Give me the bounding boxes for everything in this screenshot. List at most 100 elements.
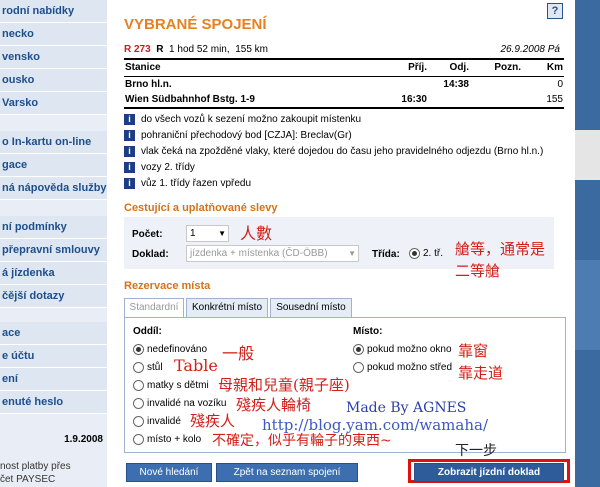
radio-icon [133,416,144,427]
header-cell: Stanice [125,62,161,74]
radio-icon [133,380,144,391]
annotation-mother: 母親和兒童(親子座) [218,376,350,394]
annotation-table: Table [174,356,218,375]
reservation-tabs: Standardní Konkrétní místo Sousední míst… [124,298,564,318]
annotation-disabled: 殘疾人 [190,412,236,430]
train-duration: 1 hod 52 min, [169,44,230,55]
annotation-wheelchair: 殘疾人輪椅 [236,396,312,414]
train-type: R [156,44,164,55]
sidebar-item[interactable]: Varsko [0,92,107,115]
place-option[interactable]: pokud možno střed [353,362,452,373]
news-text[interactable]: nost platby přes [0,461,71,472]
class-radio[interactable]: 2. tř. [409,248,443,259]
sidebar-group-offers: rodní nabídky necko vensko ousko Varsko [0,0,107,115]
right-banner-strip [575,0,600,487]
note-item: i pohraniční přechodový bod [CZJA]: Brecl… [124,128,564,144]
sidebar-item[interactable]: čější dotazy [0,285,107,308]
train-summary: R 273 R 1 hod 52 min, 155 km 26.9.2008 P… [124,44,564,58]
route-table-wrap: Stanice Příj. Odj. Pozn. Km Brno hl.n. 1… [124,58,564,109]
sidebar-item[interactable]: ná nápověda služby [0,177,107,200]
info-icon: i [124,161,135,173]
new-search-button[interactable]: Nové hledání [126,463,212,482]
annotation-class: 艙等，通常是 [455,240,546,258]
note-item: i vůz 1. třídy řazen vpředu [124,176,564,192]
radio-icon [133,344,144,355]
table-cell: 155 [546,94,563,105]
sidebar-item[interactable]: necko [0,23,107,46]
station-cell[interactable]: Wien Südbahnhof Bstg. 1-9 [124,92,376,108]
sidebar-item[interactable]: ousko [0,69,107,92]
train-distance: 155 km [235,44,269,55]
section-reservation-heading: Rezervace místa [124,280,211,292]
banner-image [575,130,600,180]
info-icon: i [124,145,135,157]
tab-standard[interactable]: Standardní [124,298,184,318]
sidebar-item[interactable]: o In-kartu on-line [0,131,107,154]
train-notes: i do všech vozů k sezení možno zakoupit m… [124,112,564,192]
sidebar-group-account: ace e účtu ení enuté heslo [0,322,107,414]
help-icon[interactable]: ? [547,3,563,19]
banner-image [575,260,600,350]
sidebar-item[interactable]: rodní nabídky [0,0,107,23]
table-header: Stanice Příj. Odj. Pozn. Km [124,60,564,76]
section-option[interactable]: místo + kolo [133,434,201,445]
table-cell [428,92,470,108]
chevron-down-icon: ▼ [218,229,226,238]
news-text[interactable]: čet PAYSEC [0,474,55,485]
sidebar-item[interactable]: enuté heslo [0,391,107,414]
sidebar-item[interactable]: á jízdenka [0,262,107,285]
section-option[interactable]: invalidé na vozíku [133,398,227,409]
section-option[interactable]: nedefinováno [133,344,207,355]
show-ticket-button[interactable]: Zobrazit jízdní doklad [414,463,564,482]
sidebar-item[interactable]: gace [0,154,107,177]
note-item: i vozy 2. třídy [124,160,564,176]
chevron-down-icon: ▼ [348,249,356,258]
table-cell [470,76,522,92]
train-code: R 273 [124,44,151,55]
info-icon: i [124,113,135,125]
annotation-madeby: Made By AGNES [346,400,467,416]
sidebar-item[interactable]: ace [0,322,107,345]
discount-select[interactable]: jízdenka + místenka (ČD-ÖBB) ▼ [186,245,359,262]
header-cell: Pozn. [494,62,521,74]
info-icon: i [124,129,135,141]
radio-icon [409,248,420,259]
section-option[interactable]: stůl [133,362,163,373]
page-title: VYBRANÉ SPOJENÍ [124,16,267,33]
back-to-list-button[interactable]: Zpět na seznam spojení [216,463,358,482]
radio-icon [353,362,364,373]
tab-adjacent-seat[interactable]: Sousední místo [270,298,352,318]
table-row: Brno hl.n. 14:38 0 [124,76,564,92]
table-cell: 0 [557,78,563,90]
note-item: i vlak čeká na zpožděné vlaky, které doje… [124,144,564,160]
annotation-count: 人數 [240,224,273,243]
sidebar-group-conditions: ní podmínky přepravní smlouvy á jízdenka… [0,216,107,308]
section-option[interactable]: matky s dětmi [133,380,209,391]
radio-icon [133,434,144,445]
place-option[interactable]: pokud možno okno [353,344,452,355]
place-label: Místo: [353,326,383,337]
sidebar-item[interactable]: ní podmínky [0,216,107,239]
sidebar-item[interactable]: vensko [0,46,107,69]
header-cell: Km [546,62,563,74]
sidebar-item[interactable]: přepravní smlouvy [0,239,107,262]
discount-label: Doklad: [132,249,169,260]
class-label: Třída: [372,249,400,260]
station-cell[interactable]: Brno hl.n. [124,76,376,92]
sidebar-item[interactable]: ení [0,368,107,391]
table-row: Wien Südbahnhof Bstg. 1-9 16:30 155 [124,92,564,108]
sidebar-group-services: o In-kartu on-line gace ná nápověda služ… [0,131,107,200]
train-date: 26.9.2008 Pá [500,44,561,55]
annotation-class: 二等艙 [455,262,501,280]
radio-icon [133,398,144,409]
radio-icon [133,362,144,373]
tab-specific-seat[interactable]: Konkrétní místo [186,298,268,318]
section-label: Oddíl: [133,326,162,337]
table-cell [376,76,428,92]
section-option[interactable]: invalidé [133,416,181,427]
note-item: i do všech vozů k sezení možno zakoupit m… [124,112,564,128]
annotation-window: 靠窗 [458,342,489,360]
sidebar-item[interactable]: e účtu [0,345,107,368]
news-date: 1.9.2008 [64,434,103,445]
count-select[interactable]: 1 ▼ [186,225,229,242]
